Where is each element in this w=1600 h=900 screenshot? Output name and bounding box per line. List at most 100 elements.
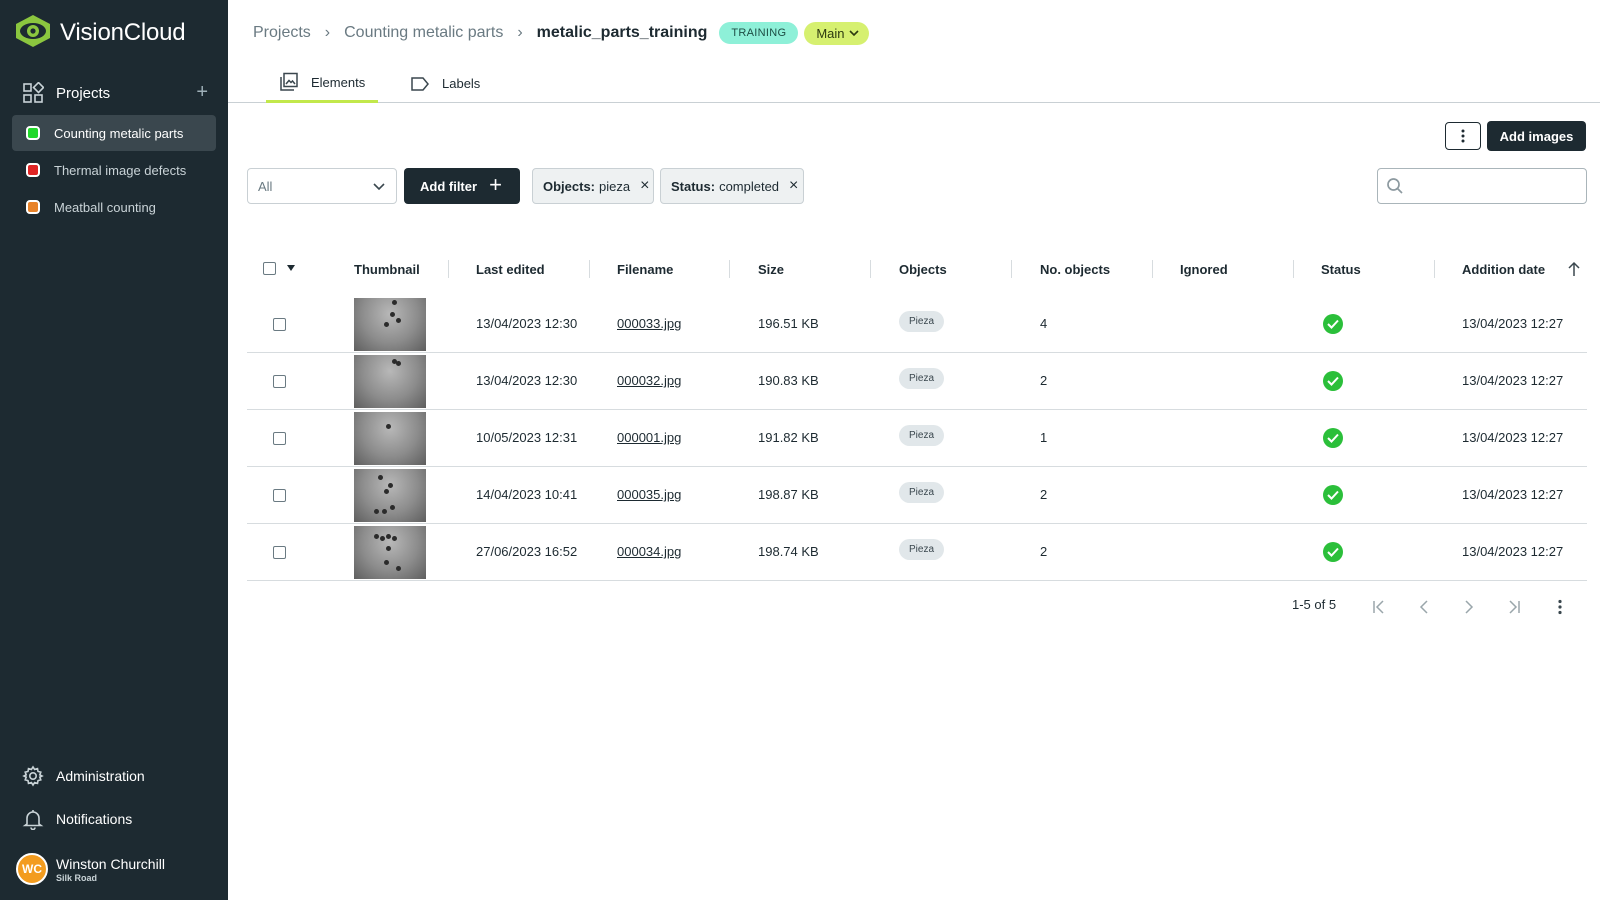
search-input[interactable] — [1377, 168, 1587, 204]
table-row[interactable]: 14/04/2023 10:41 000035.jpg 198.87 KB Pi… — [247, 467, 1587, 524]
add-images-button[interactable]: Add images — [1487, 121, 1586, 151]
project-list: Counting metalic parts Thermal image def… — [12, 115, 216, 226]
object-tag: Pieza — [899, 368, 945, 389]
column-header-filename[interactable]: Filename — [617, 262, 673, 277]
row-checkbox[interactable] — [273, 432, 286, 445]
branch-label: Main — [816, 25, 845, 41]
table-row[interactable]: 13/04/2023 12:30 000033.jpg 196.51 KB Pi… — [247, 296, 1587, 353]
column-header-size[interactable]: Size — [758, 262, 784, 277]
filename-link[interactable]: 000034.jpg — [617, 544, 681, 559]
first-page-icon[interactable] — [1371, 599, 1387, 615]
table-header: Thumbnail Last edited Filename Size Obje… — [247, 250, 1587, 288]
file-size: 190.83 KB — [758, 373, 819, 388]
thumbnail-image[interactable] — [354, 469, 426, 522]
column-header-ignored[interactable]: Ignored — [1180, 262, 1228, 277]
user-name: Winston Churchill — [56, 855, 165, 872]
close-icon[interactable]: × — [789, 177, 798, 195]
table-row[interactable]: 10/05/2023 12:31 000001.jpg 191.82 KB Pi… — [247, 410, 1587, 467]
next-page-icon[interactable] — [1461, 599, 1477, 615]
row-checkbox[interactable] — [273, 489, 286, 502]
tab-bar: Elements Labels — [228, 64, 1600, 103]
filter-chip-objects[interactable]: Objects: pieza × — [532, 168, 654, 204]
previous-page-icon[interactable] — [1416, 599, 1432, 615]
column-divider — [729, 260, 730, 278]
add-project-icon[interactable]: + — [196, 82, 208, 102]
add-filter-button[interactable]: Add filter + — [404, 168, 520, 204]
filter-value: pieza — [599, 178, 631, 194]
filename-link[interactable]: 000035.jpg — [617, 487, 681, 502]
element-filter-select[interactable]: All — [247, 168, 397, 204]
label-tag-icon — [410, 74, 430, 94]
sidebar-item-project[interactable]: Counting metalic parts — [12, 115, 216, 151]
breadcrumb-projects[interactable]: Projects — [253, 24, 311, 42]
row-checkbox[interactable] — [273, 375, 286, 388]
sort-ascending-icon[interactable] — [1567, 261, 1581, 277]
last-edited: 10/05/2023 12:31 — [476, 430, 578, 445]
brand-logo[interactable]: VisionCloud — [14, 14, 186, 53]
close-icon[interactable]: × — [640, 177, 649, 195]
sidebar-item-notifications[interactable]: Notifications — [12, 804, 216, 834]
project-color-dot — [26, 126, 40, 140]
chevron-down-icon — [373, 183, 385, 191]
page-title: metalic_parts_training — [536, 24, 708, 41]
last-edited: 13/04/2023 12:30 — [476, 316, 578, 331]
tab-elements[interactable]: Elements — [266, 64, 378, 103]
filter-key: Objects: — [543, 178, 596, 194]
column-divider — [1152, 260, 1153, 278]
caret-down-icon[interactable] — [287, 265, 295, 271]
table-row[interactable]: 27/06/2023 16:52 000034.jpg 198.74 KB Pi… — [247, 524, 1587, 581]
more-vertical-icon[interactable] — [1552, 599, 1568, 615]
column-header-last-edited[interactable]: Last edited — [476, 262, 545, 277]
avatar: WC — [16, 853, 48, 885]
more-options-button[interactable] — [1445, 122, 1481, 150]
row-checkbox[interactable] — [273, 318, 286, 331]
last-edited: 14/04/2023 10:41 — [476, 487, 578, 502]
column-header-no-objects[interactable]: No. objects — [1040, 262, 1110, 277]
sidebar-item-project[interactable]: Meatball counting — [12, 189, 216, 225]
thumbnail-image[interactable] — [354, 412, 426, 465]
check-circle-icon — [1323, 542, 1343, 562]
column-divider — [870, 260, 871, 278]
filename-link[interactable]: 000033.jpg — [617, 316, 681, 331]
addition-date: 13/04/2023 12:27 — [1462, 316, 1564, 331]
object-tag: Pieza — [899, 425, 945, 446]
sidebar-item-administration[interactable]: Administration — [12, 761, 216, 791]
check-circle-icon — [1323, 485, 1343, 505]
filename-link[interactable]: 000001.jpg — [617, 430, 681, 445]
user-profile[interactable]: WC Winston Churchill Silk Road — [16, 853, 165, 885]
sidebar-item-projects[interactable]: Projects + — [12, 78, 216, 108]
breadcrumb: Projects › Counting metalic parts › meta… — [253, 20, 869, 46]
last-page-icon[interactable] — [1506, 599, 1522, 615]
project-color-dot — [26, 163, 40, 177]
select-value: All — [258, 178, 273, 194]
tab-labels[interactable]: Labels — [410, 64, 480, 103]
filename-link[interactable]: 000032.jpg — [617, 373, 681, 388]
object-count: 2 — [1040, 544, 1048, 559]
thumbnail-image[interactable] — [354, 355, 426, 408]
column-header-objects[interactable]: Objects — [899, 262, 947, 277]
column-divider — [1011, 260, 1012, 278]
table-row[interactable]: 13/04/2023 12:30 000032.jpg 190.83 KB Pi… — [247, 353, 1587, 410]
thumbnail-image[interactable] — [354, 526, 426, 579]
sidebar-item-project[interactable]: Thermal image defects — [12, 152, 216, 188]
thumbnail-image[interactable] — [354, 298, 426, 351]
filter-chip-status[interactable]: Status: completed × — [660, 168, 804, 204]
visioncloud-logo-icon — [14, 14, 52, 53]
column-divider — [1293, 260, 1294, 278]
tab-label: Labels — [442, 76, 481, 91]
column-header-thumbnail[interactable]: Thumbnail — [354, 262, 420, 277]
branch-selector[interactable]: Main — [804, 21, 869, 45]
column-header-addition-date[interactable]: Addition date — [1462, 262, 1545, 277]
object-count: 4 — [1040, 316, 1048, 331]
addition-date: 13/04/2023 12:27 — [1462, 544, 1564, 559]
search-icon — [1387, 178, 1403, 194]
addition-date: 13/04/2023 12:27 — [1462, 487, 1564, 502]
project-color-dot — [26, 200, 40, 214]
file-size: 198.74 KB — [758, 544, 819, 559]
breadcrumb-project[interactable]: Counting metalic parts — [344, 24, 503, 42]
object-tag: Pieza — [899, 539, 945, 560]
select-all-checkbox[interactable] — [263, 262, 276, 275]
row-checkbox[interactable] — [273, 546, 286, 559]
column-header-status[interactable]: Status — [1321, 262, 1361, 277]
sidebar-item-label: Notifications — [56, 811, 133, 827]
